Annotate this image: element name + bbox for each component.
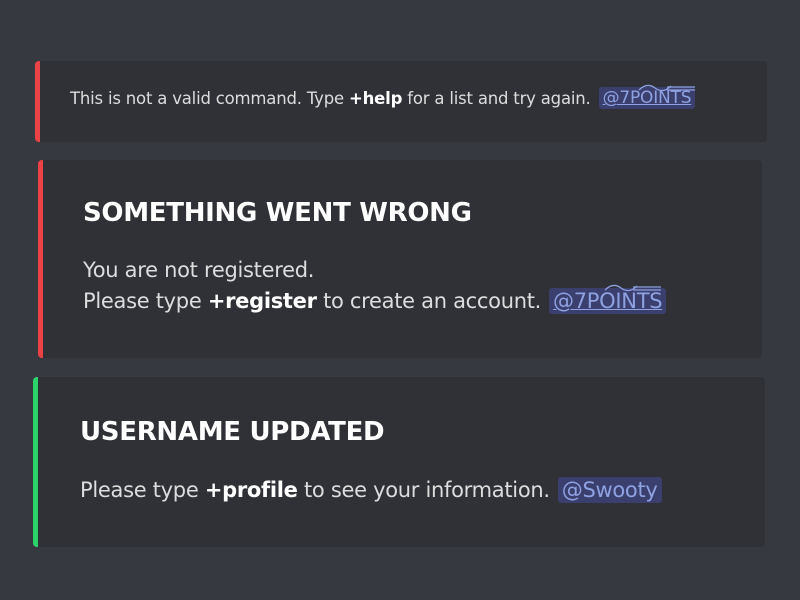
command-text: +register [207,289,317,313]
message-text: Please type [83,289,208,313]
user-mention[interactable]: @Swooty [557,477,662,503]
error-embed: SOMETHING WENT WRONG You are not registe… [38,160,762,358]
message-text: to see your information. [297,478,550,502]
embed-message: Please type +profile to see your informa… [80,477,662,503]
message-text: to create an account. [316,289,542,313]
embed-message: This is not a valid command. Type +help … [70,84,696,109]
user-mention[interactable]: @7POINTS [598,84,696,109]
command-text: +profile [204,478,298,502]
invalid-command-embed: This is not a valid command. Type +help … [35,61,767,142]
success-embed: USERNAME UPDATED Please type +profile to… [33,377,765,547]
mention-decoration-icon [604,284,662,292]
message-text: This is not a valid command. Type [70,88,349,108]
message-text: for a list and try again. [402,88,591,108]
embed-message: You are not registered. [83,258,315,282]
user-mention[interactable]: @7POINTS [549,284,667,314]
mention-decoration-icon [638,84,696,92]
message-text: Please type [80,478,205,502]
embed-accent-bar [33,377,38,547]
embed-title: USERNAME UPDATED [80,417,385,447]
embed-accent-bar [35,61,40,142]
embed-message: Please type +register to create an accou… [83,284,667,314]
embed-accent-bar [38,160,43,358]
command-text: +help [348,88,403,108]
embed-title: SOMETHING WENT WRONG [83,198,472,228]
